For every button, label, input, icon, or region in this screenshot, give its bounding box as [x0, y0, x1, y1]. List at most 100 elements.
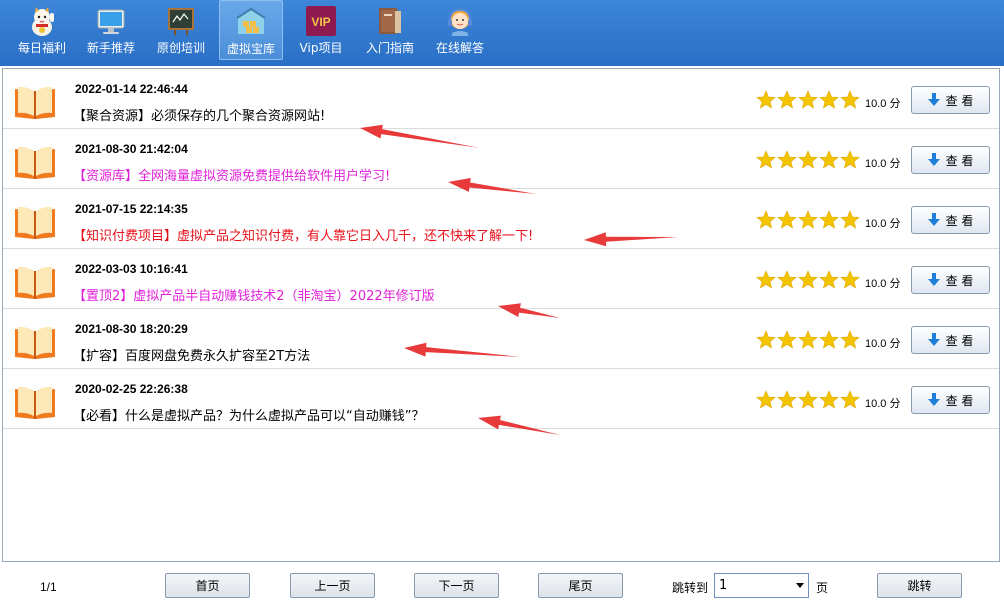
star-icon: [756, 270, 776, 289]
item-title[interactable]: 【扩容】百度网盘免费永久扩容至2T方法: [73, 345, 310, 364]
list-item[interactable]: 2022-01-14 22:46:44 【聚合资源】必须保存的几个聚合资源网站!…: [3, 69, 999, 129]
last-page-button[interactable]: 尾页: [538, 573, 623, 598]
star-icon: [840, 390, 860, 409]
first-page-button[interactable]: 首页: [165, 573, 250, 598]
view-button-label: 查 看: [945, 393, 974, 408]
open-book-icon: [15, 386, 55, 419]
item-score-value: 10.0: [865, 98, 887, 110]
view-button[interactable]: 查 看: [911, 86, 990, 114]
view-button[interactable]: 查 看: [911, 266, 990, 294]
view-button[interactable]: 查 看: [911, 326, 990, 354]
star-icon: [798, 90, 818, 109]
list-item[interactable]: 2020-02-25 22:26:38 【必看】什么是虚拟产品？为什么虚拟产品可…: [3, 369, 999, 429]
download-arrow-icon: [927, 273, 940, 286]
item-score-unit: 分: [889, 158, 901, 170]
list-item[interactable]: 2022-03-03 10:16:41 【置顶2】虚拟产品半自动赚钱技术2（非淘…: [3, 249, 999, 309]
view-button[interactable]: 查 看: [911, 386, 990, 414]
jump-button[interactable]: 跳转: [877, 573, 962, 598]
toolbar-item-label: Vip项目: [299, 41, 343, 55]
star-icon: [756, 390, 776, 409]
item-date: 2021-08-30 21:42:04: [75, 142, 188, 156]
star-icon: [819, 270, 839, 289]
item-title[interactable]: 【置顶2】虚拟产品半自动赚钱技术2（非淘宝）2022年修订版: [73, 285, 435, 304]
star-icon: [756, 90, 776, 109]
view-button-label: 查 看: [945, 273, 974, 288]
view-button[interactable]: 查 看: [911, 206, 990, 234]
view-button[interactable]: 查 看: [911, 146, 990, 174]
toolbar-item-label: 在线解答: [435, 41, 484, 55]
star-icon: [798, 150, 818, 169]
star-icon: [777, 90, 797, 109]
open-book-icon: [15, 266, 55, 299]
item-score: 10.0 分: [865, 335, 900, 351]
next-page-button[interactable]: 下一页: [414, 573, 499, 598]
toolbar-item-online-answers[interactable]: 在线解答: [428, 0, 492, 60]
star-icon: [840, 90, 860, 109]
toolbar-item-getting-started[interactable]: 入门指南: [358, 0, 422, 60]
star-icon: [798, 270, 818, 289]
toolbar-item-beginner-picks[interactable]: 新手推荐: [79, 0, 143, 60]
rating-stars: [756, 270, 860, 289]
item-score-value: 10.0: [865, 278, 887, 290]
support-agent-icon: [448, 8, 472, 36]
toolbar-item-daily-welfare[interactable]: 每日福利: [10, 0, 74, 60]
toolbar-item-original-training[interactable]: 原创培训: [149, 0, 213, 60]
toolbar-item-label: 原创培训: [156, 41, 205, 55]
rating-stars: [756, 210, 860, 229]
star-icon: [798, 210, 818, 229]
view-button-label: 查 看: [945, 333, 974, 348]
download-arrow-icon: [927, 153, 940, 166]
item-score-unit: 分: [889, 338, 901, 350]
item-score: 10.0 分: [865, 395, 900, 411]
item-title[interactable]: 【资源库】全网海量虚拟资源免费提供给软件用户学习!: [73, 165, 390, 184]
book-stack-icon: [379, 8, 401, 34]
monitor-icon: [97, 9, 125, 34]
item-date: 2021-08-30 18:20:29: [75, 322, 188, 336]
item-score-unit: 分: [889, 98, 901, 110]
star-icon: [819, 390, 839, 409]
download-arrow-icon: [927, 93, 940, 106]
view-button-label: 查 看: [945, 93, 974, 108]
star-icon: [819, 150, 839, 169]
item-score-unit: 分: [889, 218, 901, 230]
star-icon: [819, 210, 839, 229]
list-item[interactable]: 2021-08-30 18:20:29 【扩容】百度网盘免费永久扩容至2T方法 …: [3, 309, 999, 369]
toolbar-item-virtual-treasury[interactable]: 虚拟宝库: [219, 0, 283, 60]
item-date: 2021-07-15 22:14:35: [75, 202, 188, 216]
vip-icon: VIP: [306, 6, 336, 36]
star-icon: [819, 330, 839, 349]
toolbar-item-label: 入门指南: [365, 41, 414, 55]
item-score-value: 10.0: [865, 398, 887, 410]
item-score-value: 10.0: [865, 218, 887, 230]
toolbar-item-vip-projects[interactable]: VIP Vip项目: [289, 0, 353, 60]
resource-list: 2022-01-14 22:46:44 【聚合资源】必须保存的几个聚合资源网站!…: [2, 68, 1000, 562]
page-select[interactable]: 1: [714, 573, 809, 598]
list-item[interactable]: 2021-08-30 21:42:04 【资源库】全网海量虚拟资源免费提供给软件…: [3, 129, 999, 189]
item-score-value: 10.0: [865, 158, 887, 170]
item-title[interactable]: 【聚合资源】必须保存的几个聚合资源网站!: [73, 105, 325, 124]
prev-page-button[interactable]: 上一页: [290, 573, 375, 598]
item-score-unit: 分: [889, 398, 901, 410]
svg-text:VIP: VIP: [311, 15, 330, 29]
item-score: 10.0 分: [865, 155, 900, 171]
item-date: 2022-01-14 22:46:44: [75, 82, 188, 96]
list-item[interactable]: 2021-07-15 22:14:35 【知识付费项目】虚拟产品之知识付费，有人…: [3, 189, 999, 249]
item-title[interactable]: 【知识付费项目】虚拟产品之知识付费，有人靠它日入几千，还不快来了解一下!: [73, 225, 533, 244]
item-title[interactable]: 【必看】什么是虚拟产品？为什么虚拟产品可以“自动赚钱”？: [73, 405, 424, 424]
item-date: 2020-02-25 22:26:38: [75, 382, 188, 396]
page-select-value: 1: [719, 578, 728, 593]
chevron-down-icon[interactable]: [796, 583, 804, 588]
chalkboard-icon: [168, 8, 194, 35]
page-unit-label: 页: [816, 581, 829, 595]
view-button-label: 查 看: [945, 153, 974, 168]
item-score-unit: 分: [889, 278, 901, 290]
star-icon: [777, 390, 797, 409]
rating-stars: [756, 330, 860, 349]
star-icon: [777, 210, 797, 229]
star-icon: [777, 330, 797, 349]
star-icon: [840, 150, 860, 169]
view-button-label: 查 看: [945, 213, 974, 228]
star-icon: [840, 210, 860, 229]
toolbar-item-label: 虚拟宝库: [226, 42, 275, 56]
open-book-icon: [15, 146, 55, 179]
